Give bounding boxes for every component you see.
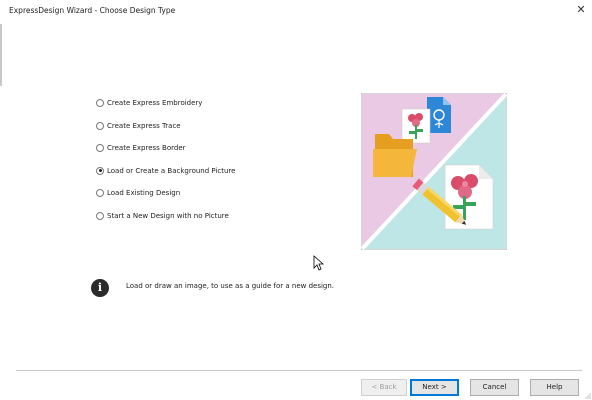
- radio-button[interactable]: [96, 189, 104, 197]
- cancel-button[interactable]: Cancel: [470, 379, 519, 396]
- next-button[interactable]: Next >: [410, 379, 459, 396]
- design-type-illustration: [361, 93, 507, 250]
- radio-button[interactable]: [96, 211, 104, 220]
- title-bar: ExpressDesign Wizard - Choose Design Typ…: [0, 0, 592, 24]
- option-create-express-border[interactable]: Create Express Border: [96, 141, 186, 155]
- back-button[interactable]: < Back: [361, 379, 407, 396]
- option-label: Create Express Embroidery: [107, 99, 203, 107]
- option-label: Create Express Trace: [107, 121, 181, 130]
- close-icon[interactable]: ✕: [574, 3, 588, 17]
- radio-button-selected[interactable]: [96, 166, 104, 175]
- window-edge: [0, 24, 2, 86]
- info-icon: i: [91, 279, 109, 297]
- option-label: Create Express Border: [107, 144, 186, 152]
- radio-button[interactable]: [96, 121, 104, 130]
- radio-button[interactable]: [96, 144, 104, 152]
- option-label: Load or Create a Background Picture: [107, 166, 236, 175]
- window-title: ExpressDesign Wizard - Choose Design Typ…: [9, 6, 176, 15]
- footer-divider: [16, 370, 582, 371]
- option-start-new-design-no-picture[interactable]: Start a New Design with no Picture: [96, 209, 229, 223]
- option-create-express-trace[interactable]: Create Express Trace: [96, 119, 181, 133]
- help-button[interactable]: Help: [530, 379, 579, 396]
- option-label: Load Existing Design: [107, 189, 181, 197]
- info-message: Load or draw an image, to use as a guide…: [126, 282, 335, 290]
- resize-grip-icon[interactable]: [584, 392, 591, 399]
- option-load-or-create-background-picture[interactable]: Load or Create a Background Picture: [96, 164, 235, 178]
- mouse-pointer-icon: [313, 255, 324, 271]
- option-create-express-embroidery[interactable]: Create Express Embroidery: [96, 96, 202, 110]
- option-load-existing-design[interactable]: Load Existing Design: [96, 186, 180, 200]
- radio-button[interactable]: [96, 99, 104, 107]
- option-label: Start a New Design with no Picture: [107, 211, 229, 220]
